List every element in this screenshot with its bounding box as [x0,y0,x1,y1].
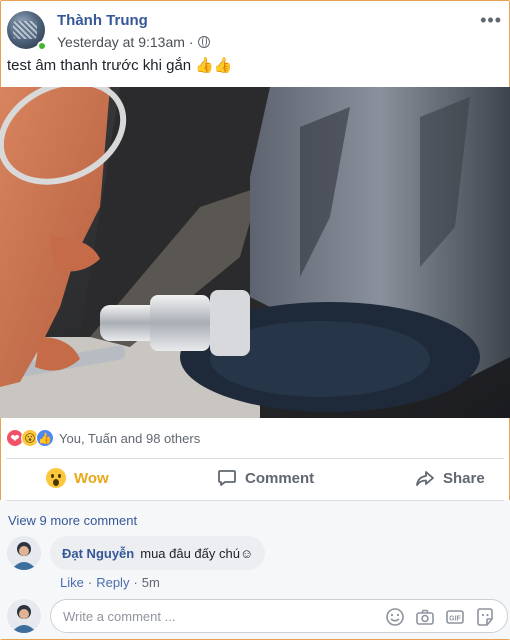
comment-label: Comment [245,469,315,487]
wow-face-icon [46,468,66,488]
comment-actions-sep-2: · [133,575,138,590]
post-body: test âm thanh trước khi gắn [7,56,192,74]
emoji-icon[interactable] [385,607,405,627]
comment-reply-link[interactable]: Reply [96,575,129,590]
wow-button[interactable]: Wow [46,468,109,488]
comment-composer[interactable]: GIF [50,599,508,633]
comment-actions-sep-1: · [87,575,93,590]
comment-bubble: Đạt Nguyễn mua đâu đấy chú☺ [50,536,266,570]
post-photo[interactable] [0,87,510,418]
current-user-avatar-icon [7,599,41,633]
comment-button[interactable]: Comment [217,468,314,488]
like-reaction-icon: 👍 [36,429,54,447]
svg-text:GIF: GIF [449,616,461,623]
camera-icon[interactable] [415,607,435,627]
post-meta: Yesterday at 9:13am · [57,34,210,50]
comment-icon [218,470,236,486]
author-name[interactable]: Thành Trung [57,12,148,29]
comment-author[interactable]: Đạt Nguyễn [62,546,134,561]
photo-illustration [0,87,510,418]
share-button[interactable]: Share [415,468,485,488]
share-label: Share [443,469,485,487]
reaction-summary[interactable]: ❤ 😮 👍 You, Tuấn and 98 others [6,429,200,447]
meta-separator: · [188,34,194,50]
comment-time[interactable]: 5m [142,575,160,590]
divider-top [6,458,504,459]
view-more-comments-link[interactable]: View 9 more comment [8,513,137,528]
comment-text: mua đâu đấy chú☺ [140,545,254,561]
comment-like-link[interactable]: Like [60,575,84,590]
share-icon [416,471,434,486]
divider-bottom [6,500,504,501]
commenter-avatar[interactable] [7,536,41,570]
online-status-dot [37,41,47,51]
current-user-avatar[interactable] [7,599,41,633]
commenter-avatar-icon [7,536,41,570]
sticker-icon[interactable] [475,607,495,627]
comment-actions: Like · Reply · 5m [60,575,160,590]
post-text: test âm thanh trước khi gắn 👍👍 [7,56,233,75]
globe-icon[interactable] [197,36,210,48]
more-options-button[interactable]: ••• [480,10,502,31]
wow-label: Wow [74,469,109,487]
comment-input[interactable] [63,600,363,632]
reaction-count-text[interactable]: You, Tuấn and 98 others [59,431,200,446]
thumbs-up-emoji: 👍👍 [195,57,233,74]
gif-icon[interactable]: GIF [445,607,465,627]
post-timestamp[interactable]: Yesterday at 9:13am [57,34,185,50]
